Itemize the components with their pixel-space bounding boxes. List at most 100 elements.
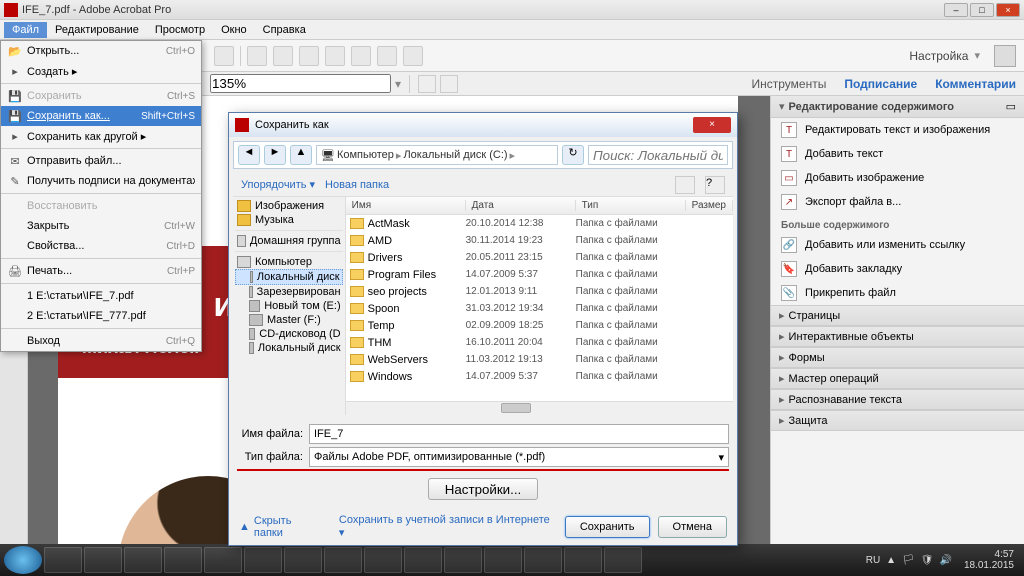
filetype-select[interactable]: Файлы Adobe PDF, оптимизированные (*.pdf… [309, 447, 729, 467]
zoom-input[interactable] [210, 74, 391, 93]
menu-window[interactable]: Окно [213, 22, 255, 38]
tab-sign[interactable]: Подписание [844, 77, 917, 91]
task-item[interactable] [524, 547, 562, 573]
panel-section[interactable]: ▸Распознавание текста [771, 389, 1024, 410]
task-item[interactable] [284, 547, 322, 573]
file-menu-item[interactable]: ✎ Получить подписи на документах... [1, 171, 201, 191]
file-menu-item[interactable]: ✉ Отправить файл... [1, 151, 201, 171]
menu-help[interactable]: Справка [255, 22, 314, 38]
panel-action[interactable]: 📎 Прикрепить файл [771, 281, 1024, 305]
file-menu-item[interactable]: 2 E:\статьи\IFE_777.pdf [1, 306, 201, 326]
task-item[interactable] [564, 547, 602, 573]
sidebar-drive[interactable]: CD-дисковод (D [235, 327, 343, 341]
tool-text-icon[interactable] [351, 46, 371, 66]
sidebar-drive[interactable]: Локальный диск [235, 341, 343, 355]
panel-action[interactable]: ↗ Экспорт файла в... [771, 190, 1024, 214]
organize-button[interactable]: Упорядочить ▾ [241, 178, 315, 191]
file-row[interactable]: AMD30.11.2014 19:23Папка с файлами [346, 232, 733, 249]
close-button[interactable]: × [996, 3, 1020, 17]
panel-action[interactable]: T Добавить текст [771, 142, 1024, 166]
tool-search-icon[interactable] [273, 46, 293, 66]
panel-section[interactable]: ▸Защита [771, 410, 1024, 431]
tray-icon[interactable]: 🔊 [939, 555, 951, 566]
menu-edit[interactable]: Редактирование [47, 22, 147, 38]
tab-tools[interactable]: Инструменты [752, 77, 827, 91]
file-row[interactable]: Spoon31.03.2012 19:34Папка с файлами [346, 300, 733, 317]
panel-action[interactable]: T Редактировать текст и изображения [771, 118, 1024, 142]
menu-file[interactable]: Файл [4, 22, 47, 38]
viewmode-button[interactable] [675, 176, 695, 194]
panel-section[interactable]: ▸Формы [771, 347, 1024, 368]
panel-action[interactable]: ▭ Добавить изображение [771, 166, 1024, 190]
file-row[interactable]: Program Files14.07.2009 5:37Папка с файл… [346, 266, 733, 283]
filename-input[interactable] [309, 424, 729, 444]
tray-lang[interactable]: RU [866, 555, 880, 566]
refresh-button[interactable]: ↻ [562, 145, 584, 165]
view-mode2-icon[interactable] [440, 75, 458, 93]
file-menu-item[interactable]: Закрыть Ctrl+W [1, 216, 201, 236]
nav-back-button[interactable]: ◄ [238, 145, 260, 165]
col-name[interactable]: Имя [346, 200, 466, 211]
sidebar-item[interactable]: Компьютер [235, 255, 343, 269]
col-type[interactable]: Тип [576, 200, 686, 211]
task-item[interactable] [444, 547, 482, 573]
tool-pdf-icon[interactable] [403, 46, 423, 66]
sidebar-item[interactable]: Изображения [235, 199, 343, 213]
expand-button[interactable] [994, 45, 1016, 67]
sidebar-drive[interactable]: Зарезервирован [235, 285, 343, 299]
task-item[interactable] [84, 547, 122, 573]
tool-image-icon[interactable] [377, 46, 397, 66]
file-row[interactable]: ActMask20.10.2014 12:38Папка с файлами [346, 215, 733, 232]
task-item[interactable] [404, 547, 442, 573]
file-row[interactable]: seo projects12.01.2013 9:11Папка с файла… [346, 283, 733, 300]
task-item[interactable] [164, 547, 202, 573]
task-item[interactable] [204, 547, 242, 573]
tool-edit-icon[interactable] [325, 46, 345, 66]
col-size[interactable]: Размер [686, 200, 733, 211]
task-item[interactable] [604, 547, 642, 573]
tool-export-icon[interactable] [299, 46, 319, 66]
start-button[interactable] [4, 546, 42, 574]
panel-header[interactable]: Редактирование содержимого [789, 101, 1006, 113]
task-item[interactable] [484, 547, 522, 573]
sidebar-item[interactable]: Домашняя группа [235, 234, 343, 248]
dialog-close-button[interactable]: × [693, 117, 731, 133]
store-online-link[interactable]: Сохранить в учетной записи в Интернете ▾ [339, 514, 557, 539]
file-menu-item[interactable]: 1 E:\статьи\IFE_7.pdf [1, 286, 201, 306]
h-scrollbar[interactable] [346, 401, 733, 415]
tray-icon[interactable]: 🏳 [902, 555, 915, 566]
sidebar-drive[interactable]: Master (F:) [235, 313, 343, 327]
task-item[interactable] [244, 547, 282, 573]
menu-view[interactable]: Просмотр [147, 22, 213, 38]
maximize-button[interactable]: □ [970, 3, 994, 17]
panel-section[interactable]: ▸Мастер операций [771, 368, 1024, 389]
tab-comments[interactable]: Комментарии [935, 77, 1016, 91]
breadcrumb[interactable]: 🖥 Компьютер▸ Локальный диск (C:)▸ [316, 145, 558, 165]
file-menu-item[interactable]: ▸ Сохранить как другой ▸ [1, 126, 201, 146]
newfolder-button[interactable]: Новая папка [325, 179, 389, 191]
file-row[interactable]: Temp02.09.2009 18:25Папка с файлами [346, 317, 733, 334]
customize-link[interactable]: Настройка [909, 49, 968, 63]
nav-up-button[interactable]: ▲ [290, 145, 312, 165]
task-item[interactable] [44, 547, 82, 573]
sidebar-drive[interactable]: Новый том (E:) [235, 299, 343, 313]
task-item[interactable] [364, 547, 402, 573]
file-row[interactable]: Windows14.07.2009 5:37Папка с файлами [346, 368, 733, 385]
file-row[interactable]: WebServers11.03.2012 19:13Папка с файлам… [346, 351, 733, 368]
panel-action[interactable]: 🔗 Добавить или изменить ссылку [771, 233, 1024, 257]
help-button[interactable]: ? [705, 176, 725, 194]
nav-fwd-button[interactable]: ► [264, 145, 286, 165]
file-menu-item[interactable]: 💾 Сохранить как... Shift+Ctrl+S [1, 106, 201, 126]
file-menu-item[interactable]: 🖨 Печать... Ctrl+P [1, 261, 201, 281]
file-menu-item[interactable]: Свойства... Ctrl+D [1, 236, 201, 256]
tool-mail-icon[interactable] [247, 46, 267, 66]
cancel-button[interactable]: Отмена [658, 516, 727, 538]
tray-icon[interactable]: ▲ [886, 555, 896, 566]
tray-clock[interactable]: 4:5718.01.2015 [958, 549, 1020, 571]
view-mode-icon[interactable] [418, 75, 436, 93]
panel-section[interactable]: ▸Интерактивные объекты [771, 326, 1024, 347]
minimize-button[interactable]: – [944, 3, 968, 17]
hide-folders-toggle[interactable]: ▲ Скрыть папки [239, 515, 323, 539]
panel-close-icon[interactable]: ▭ [1006, 100, 1016, 113]
panel-action[interactable]: 🔖 Добавить закладку [771, 257, 1024, 281]
